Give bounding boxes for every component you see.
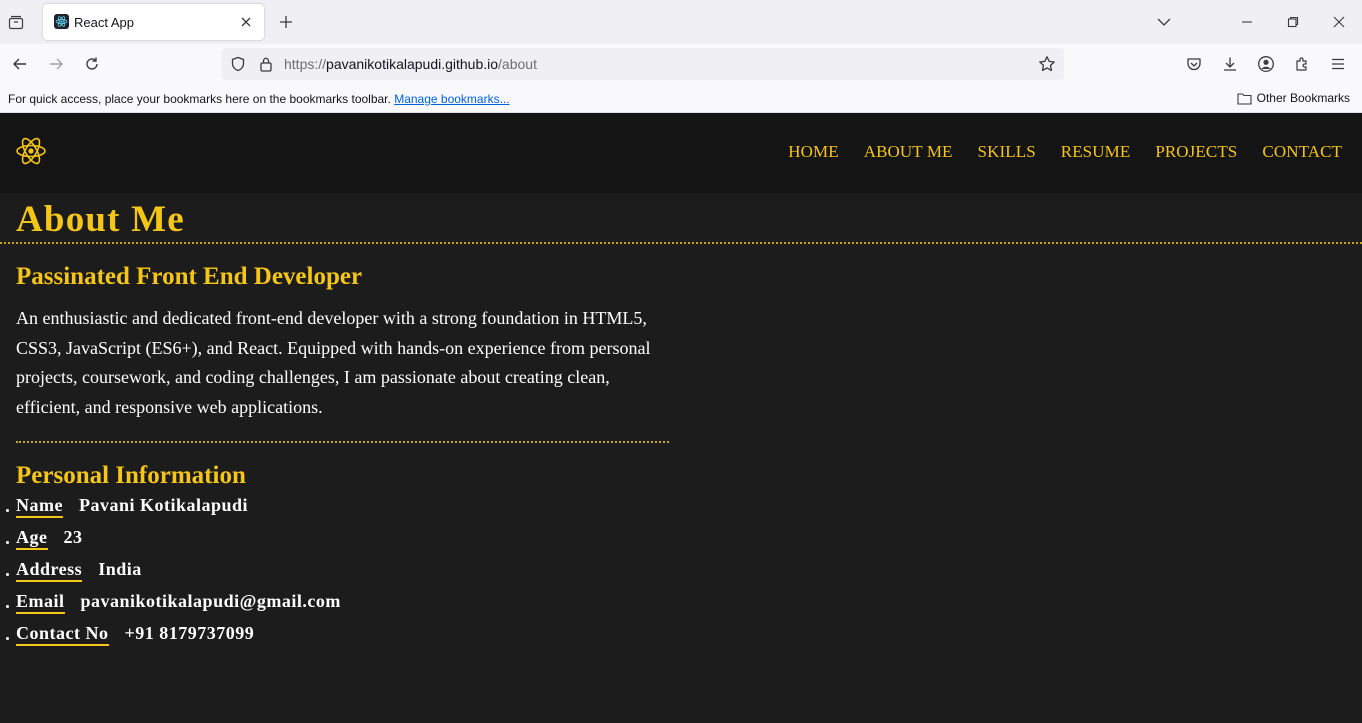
react-logo-icon[interactable] bbox=[15, 135, 47, 167]
close-window-icon[interactable] bbox=[1329, 12, 1349, 32]
info-address: Address India bbox=[6, 558, 341, 590]
manage-bookmarks-link[interactable]: Manage bookmarks... bbox=[394, 92, 509, 106]
list-all-tabs-chevron-icon[interactable] bbox=[1154, 12, 1174, 32]
react-favicon-icon bbox=[54, 14, 69, 29]
page-content: HOME ABOUT ME SKILLS RESUME PROJECTS CON… bbox=[0, 113, 1362, 723]
info-label: Age bbox=[16, 526, 48, 550]
other-bookmarks-button[interactable]: Other Bookmarks bbox=[1237, 91, 1350, 105]
nav-projects[interactable]: PROJECTS bbox=[1155, 142, 1237, 162]
shield-icon[interactable] bbox=[230, 56, 246, 72]
info-value: 23 bbox=[63, 527, 83, 547]
section-divider bbox=[16, 441, 669, 443]
url-host: pavanikotikalapudi.github.io bbox=[326, 56, 499, 72]
title-divider bbox=[0, 242, 1362, 244]
nav-contact[interactable]: CONTACT bbox=[1262, 142, 1342, 162]
page-title: About Me bbox=[16, 199, 185, 240]
bookmarks-hint: For quick access, place your bookmarks h… bbox=[8, 92, 510, 106]
restore-icon[interactable] bbox=[1283, 12, 1303, 32]
nav-skills[interactable]: SKILLS bbox=[978, 142, 1036, 162]
info-value: +91 8179737099 bbox=[124, 623, 255, 643]
nav-about-me[interactable]: ABOUT ME bbox=[864, 142, 953, 162]
url-text[interactable]: https://pavanikotikalapudi.github.io/abo… bbox=[284, 56, 537, 72]
menu-hamburger-icon[interactable] bbox=[1328, 54, 1348, 74]
reload-icon[interactable] bbox=[82, 54, 102, 74]
info-value: Pavani Kotikalapudi bbox=[78, 495, 249, 515]
info-label: Address bbox=[16, 558, 83, 582]
personal-info-list: Name Pavani Kotikalapudi Age 23 Address … bbox=[6, 494, 341, 654]
folder-icon bbox=[1237, 92, 1252, 105]
new-tab-icon[interactable] bbox=[276, 12, 296, 32]
info-name: Name Pavani Kotikalapudi bbox=[6, 494, 341, 526]
tab-close-icon[interactable] bbox=[238, 14, 254, 30]
bookmark-star-icon[interactable] bbox=[1038, 55, 1056, 73]
info-label: Name bbox=[16, 494, 63, 518]
tab-list-icon[interactable] bbox=[6, 12, 26, 32]
tab-bar: React App bbox=[0, 0, 1362, 44]
site-header: HOME ABOUT ME SKILLS RESUME PROJECTS CON… bbox=[0, 113, 1362, 193]
tab-title: React App bbox=[74, 15, 134, 30]
url-bar[interactable]: https://pavanikotikalapudi.github.io/abo… bbox=[222, 48, 1064, 80]
info-age: Age 23 bbox=[6, 526, 341, 558]
bookmarks-toolbar: For quick access, place your bookmarks h… bbox=[0, 84, 1362, 113]
subtitle: Passinated Front End Developer bbox=[16, 263, 363, 290]
url-path: /about bbox=[498, 56, 537, 72]
minimize-icon[interactable] bbox=[1237, 12, 1257, 32]
info-value: India bbox=[98, 559, 142, 579]
info-contact-no: Contact No +91 8179737099 bbox=[6, 622, 341, 654]
bookmarks-hint-text: For quick access, place your bookmarks h… bbox=[8, 92, 391, 106]
browser-tab[interactable]: React App bbox=[43, 4, 264, 40]
nav-home[interactable]: HOME bbox=[788, 142, 838, 162]
account-icon[interactable] bbox=[1256, 54, 1276, 74]
forward-arrow-icon[interactable] bbox=[46, 54, 66, 74]
info-label: Contact No bbox=[16, 622, 109, 646]
pocket-icon[interactable] bbox=[1184, 54, 1204, 74]
site-nav: HOME ABOUT ME SKILLS RESUME PROJECTS CON… bbox=[788, 142, 1342, 162]
nav-resume[interactable]: RESUME bbox=[1061, 142, 1131, 162]
other-bookmarks-label: Other Bookmarks bbox=[1256, 91, 1350, 105]
personal-info-title: Personal Information bbox=[16, 462, 246, 489]
downloads-icon[interactable] bbox=[1220, 54, 1240, 74]
back-arrow-icon[interactable] bbox=[10, 54, 30, 74]
url-scheme: https:// bbox=[284, 56, 327, 72]
info-email: Email pavanikotikalapudi@gmail.com bbox=[6, 590, 341, 622]
navigation-toolbar: https://pavanikotikalapudi.github.io/abo… bbox=[0, 44, 1362, 84]
intro-paragraph: An enthusiastic and dedicated front-end … bbox=[16, 308, 651, 417]
lock-icon[interactable] bbox=[258, 56, 274, 72]
info-value: pavanikotikalapudi@gmail.com bbox=[80, 591, 341, 611]
info-label: Email bbox=[16, 590, 65, 614]
extensions-puzzle-icon[interactable] bbox=[1292, 54, 1312, 74]
